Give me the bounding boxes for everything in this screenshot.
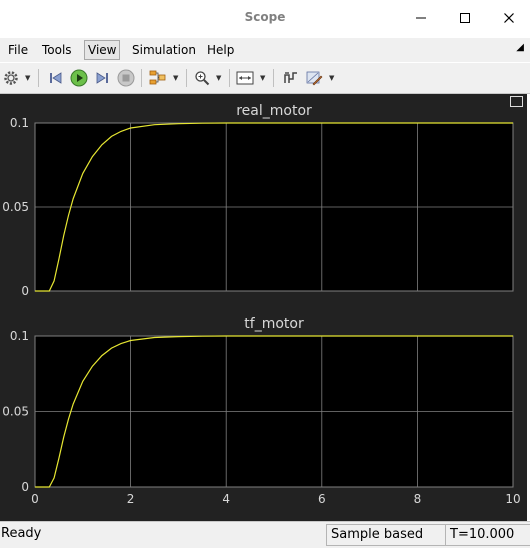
step-forward-icon[interactable]: [93, 69, 111, 87]
maximize-button[interactable]: [452, 6, 478, 30]
status-bar: Ready Sample based T=10.000: [0, 521, 530, 548]
minimize-button[interactable]: [408, 6, 434, 30]
x-tick-label: 2: [127, 492, 135, 506]
y-tick-label: 0: [21, 480, 29, 494]
sample-mode-indicator: Sample based: [326, 524, 446, 546]
toolbar-separator: [229, 69, 230, 87]
toolbar-separator: [141, 69, 142, 87]
undock-icon[interactable]: [510, 96, 523, 107]
toolbar: ▼ ▼ ▼ ▼ ▼: [0, 63, 530, 94]
menu-file[interactable]: File: [5, 41, 31, 59]
axes-title: tf_motor: [244, 316, 304, 332]
x-tick-label: 8: [414, 492, 422, 506]
window-title: Scope: [244, 10, 286, 24]
x-tick-label: 6: [318, 492, 326, 506]
status-text: Ready: [1, 526, 42, 541]
close-button[interactable]: [496, 6, 522, 30]
y-tick-label: 0.1: [10, 116, 29, 130]
settings-dropdown-icon[interactable]: ▼: [25, 74, 30, 82]
menu-bar: File Tools View Simulation Help ◢: [0, 38, 530, 62]
menu-view[interactable]: View: [84, 40, 121, 60]
stop-icon[interactable]: [117, 69, 135, 87]
step-back-icon[interactable]: [47, 69, 65, 87]
title-bar: Scope: [0, 0, 530, 36]
toolbar-separator: [38, 69, 39, 87]
toolbar-separator: [273, 69, 274, 87]
fit-dropdown-icon[interactable]: ▼: [260, 74, 265, 82]
fit-axes-icon[interactable]: [236, 69, 254, 87]
menu-tools[interactable]: Tools: [39, 41, 75, 59]
axes-title: real_motor: [236, 103, 312, 119]
x-tick-label: 10: [505, 492, 520, 506]
y-tick-label: 0: [21, 284, 29, 298]
toolbar-separator: [186, 69, 187, 87]
highlight-icon[interactable]: [149, 69, 167, 87]
menu-simulation[interactable]: Simulation: [129, 41, 199, 59]
style-dropdown-icon[interactable]: ▼: [329, 74, 334, 82]
scope-plots: 0 0.05 0.1 real_motor 0 0.05 0.1 tf_motor 0 2 4 6 8 1…: [2, 103, 520, 506]
triggers-icon[interactable]: [282, 69, 300, 87]
y-tick-label: 0.05: [2, 200, 29, 214]
style-icon[interactable]: [305, 69, 323, 87]
y-tick-label: 0.05: [2, 405, 29, 419]
y-tick-label: 0.1: [10, 329, 29, 343]
x-tick-label: 4: [222, 492, 230, 506]
menubar-collapse-icon[interactable]: ◢: [516, 42, 524, 53]
run-icon[interactable]: [70, 69, 88, 87]
zoom-dropdown-icon[interactable]: ▼: [216, 74, 221, 82]
menu-help[interactable]: Help: [204, 41, 237, 59]
zoom-in-icon[interactable]: [193, 69, 211, 87]
settings-icon[interactable]: [2, 69, 20, 87]
scope-display: 0 0.05 0.1 real_motor 0 0.05 0.1 tf_motor 0 2 4 6 8 1…: [0, 94, 527, 521]
x-tick-label: 0: [31, 492, 39, 506]
time-indicator: T=10.000: [445, 524, 530, 546]
highlight-dropdown-icon[interactable]: ▼: [173, 74, 178, 82]
